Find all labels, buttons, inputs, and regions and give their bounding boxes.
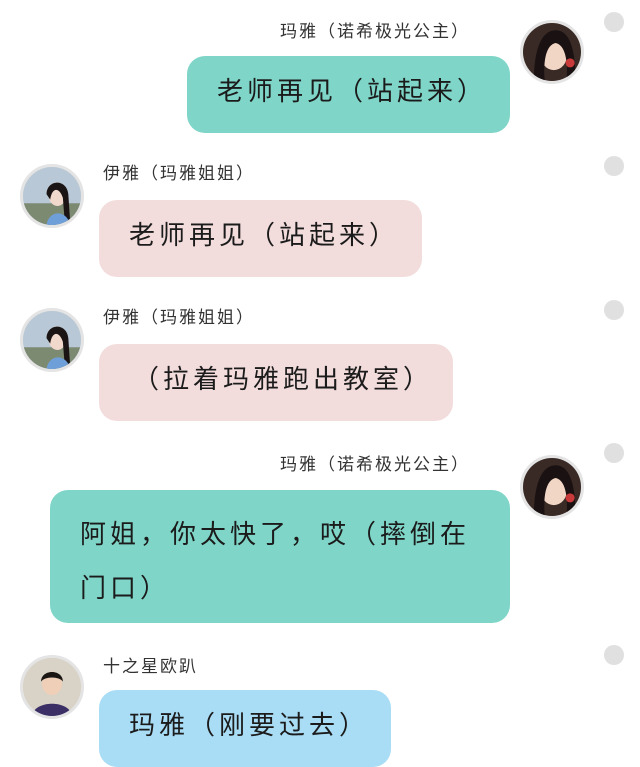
sender-name: 十之星欧趴 [103, 657, 198, 677]
boy-icon [23, 658, 81, 716]
status-dot [604, 156, 624, 176]
status-dot [604, 12, 624, 32]
status-dot [604, 443, 624, 463]
girl-outdoor-avatar[interactable] [20, 308, 84, 372]
message-bubble[interactable]: 玛雅（刚要过去） [99, 690, 391, 767]
sender-name: 伊雅（玛雅姐姐） [103, 308, 255, 328]
message-bubble[interactable]: 老师再见（站起来） [99, 200, 422, 277]
message-bubble[interactable]: 老师再见（站起来） [187, 56, 510, 133]
girl-portrait-avatar[interactable] [520, 455, 584, 519]
boy-avatar[interactable] [20, 655, 84, 719]
girl-portrait-icon [523, 23, 581, 81]
sender-name: 玛雅（诺希极光公主） [280, 455, 470, 475]
message-text: 阿姐，你太快了，哎（摔倒在门口） [80, 520, 471, 604]
girl-outdoor-icon [23, 167, 81, 225]
girl-outdoor-avatar[interactable] [20, 164, 84, 228]
message-text: 玛雅（刚要过去） [129, 711, 370, 741]
girl-portrait-icon [523, 458, 581, 516]
sender-name: 伊雅（玛雅姐姐） [103, 164, 255, 184]
message-bubble[interactable]: 阿姐，你太快了，哎（摔倒在门口） [50, 490, 510, 623]
status-dot [604, 300, 624, 320]
girl-outdoor-icon [23, 311, 81, 369]
message-bubble[interactable]: （拉着玛雅跑出教室） [99, 344, 453, 421]
status-dot [604, 645, 624, 665]
girl-portrait-avatar[interactable] [520, 20, 584, 84]
message-text: （拉着玛雅跑出教室） [133, 365, 434, 395]
message-text: 老师再见（站起来） [217, 77, 488, 107]
sender-name: 玛雅（诺希极光公主） [280, 22, 470, 42]
message-text: 老师再见（站起来） [129, 221, 400, 251]
